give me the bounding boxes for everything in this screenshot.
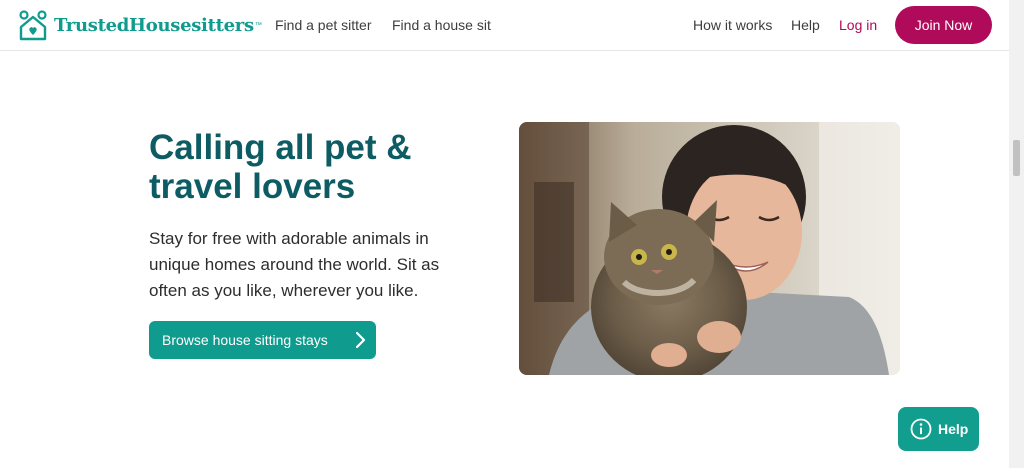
help-button-label: Help <box>938 421 969 437</box>
join-now-button[interactable]: Join Now <box>895 6 992 44</box>
login-link[interactable]: Log in <box>839 17 877 33</box>
nav-how-it-works[interactable]: How it works <box>693 17 772 33</box>
trademark-mark: ™ <box>254 21 262 29</box>
hero-description: Stay for free with adorable animals in u… <box>149 229 440 300</box>
site-header: TrustedHousesitters ™ Find a pet sitter … <box>0 0 1009 51</box>
brand-name: TrustedHousesitters <box>54 14 254 36</box>
hero-photo-illustration <box>519 122 900 375</box>
hero-photo-woman-hugging-cat <box>519 122 900 375</box>
help-floating-button[interactable]: Help <box>898 407 979 451</box>
site-logo[interactable]: TrustedHousesitters ™ <box>18 9 262 41</box>
scrollbar-thumb[interactable] <box>1013 140 1020 176</box>
browse-stays-label: Browse house sitting stays <box>162 332 328 348</box>
info-circle-icon <box>910 418 932 440</box>
nav-help[interactable]: Help <box>791 17 820 33</box>
chevron-right-icon <box>355 331 366 349</box>
house-with-heart-icon <box>19 10 47 41</box>
browse-stays-button[interactable]: Browse house sitting stays <box>149 321 376 359</box>
hero-title: Calling all pet & travel lovers <box>149 128 412 206</box>
page-scrollbar[interactable] <box>1009 0 1024 468</box>
nav-find-house-sit[interactable]: Find a house sit <box>392 17 491 33</box>
nav-find-pet-sitter[interactable]: Find a pet sitter <box>275 17 372 33</box>
